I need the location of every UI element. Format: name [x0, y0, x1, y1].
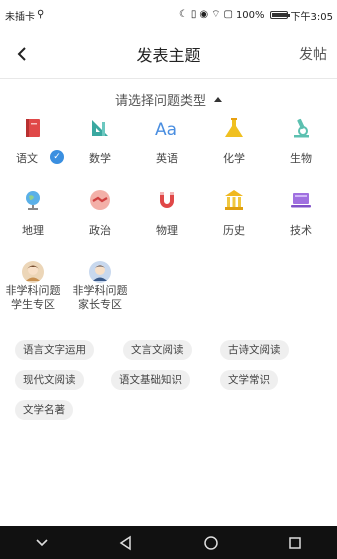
svg-text:Aa: Aa — [155, 120, 177, 140]
sim-icon: ▢ — [223, 9, 233, 20]
subject-label: 生物 — [290, 152, 312, 165]
parent-avatar-icon — [89, 261, 111, 283]
book-icon — [26, 119, 40, 137]
magnet-icon — [160, 192, 174, 208]
moon-icon: ☾ — [178, 9, 188, 20]
clock: 下午3:05 — [290, 11, 333, 23]
subject-history[interactable]: 历史 — [201, 184, 267, 248]
subject-chemistry[interactable]: 化学 — [201, 112, 267, 176]
tag-chip[interactable]: 现代文阅读 — [15, 370, 84, 390]
laptop-icon — [291, 193, 311, 208]
tag-chip[interactable]: 语言文字运用 — [15, 340, 94, 360]
subject-politics[interactable]: 政治 — [67, 184, 133, 248]
tag-chip[interactable]: 文学名著 — [15, 400, 73, 420]
system-nav-bar — [0, 526, 337, 559]
circle-home-icon — [203, 535, 218, 550]
subject-biology[interactable]: 生物 — [268, 112, 334, 176]
subject-physics[interactable]: 物理 — [134, 184, 200, 248]
subject-technology[interactable]: 技术 — [268, 184, 334, 248]
triangle-back-icon — [120, 535, 132, 550]
landmark-icon — [225, 190, 243, 210]
page-title: 发表主题 — [136, 46, 201, 65]
battery-fill — [271, 13, 288, 17]
nav-bar: 发表主题 发帖 — [0, 30, 337, 78]
tag-chip[interactable]: 古诗文阅读 — [220, 340, 289, 360]
subject-label: 数学 — [89, 152, 111, 165]
question-type-label: 请选择问题类型 — [114, 94, 206, 109]
checkmark-icon: ✓ — [50, 150, 64, 164]
system-home-button[interactable] — [201, 533, 221, 553]
status-right: ☾ ▯ ◉ ⌔ ▢ 100% 下午3:05 — [179, 8, 333, 23]
subject-parent-zone[interactable]: 非学科问题 家长专区 — [67, 256, 133, 320]
back-button[interactable] — [10, 42, 34, 66]
eye-icon: ◉ — [199, 9, 209, 20]
vibrate-icon: ▯ — [190, 9, 197, 20]
microscope-icon — [294, 118, 309, 138]
subject-label: 化学 — [223, 152, 245, 165]
handshake-icon — [90, 190, 110, 210]
subject-label: 非学科问题 学生专区 — [0, 284, 66, 312]
chevron-left-icon — [17, 47, 26, 61]
tag-chip[interactable]: 文言文阅读 — [123, 340, 192, 360]
ruler-triangle-icon — [92, 120, 108, 136]
subject-label: 物理 — [156, 224, 178, 237]
tag-chip[interactable]: 文学常识 — [220, 370, 278, 390]
hide-keyboard-button[interactable] — [32, 533, 52, 553]
caret-up-icon — [214, 97, 222, 102]
subject-label-line2: 家长专区 — [78, 298, 122, 311]
subject-student-zone[interactable]: 非学科问题 学生专区 — [0, 256, 66, 320]
subject-label: 历史 — [223, 224, 245, 237]
wifi-icon: ⌔ — [211, 9, 221, 20]
battery-percent: 100% — [235, 9, 265, 21]
nav-divider — [0, 78, 337, 79]
carrier-text: 未插卡 — [5, 11, 35, 23]
subject-label-line1: 非学科问题 — [72, 284, 128, 297]
subject-label-line2: 学生专区 — [11, 298, 55, 311]
flask-icon — [225, 118, 243, 137]
subject-label: 技术 — [290, 224, 312, 237]
status-left: 未插卡 ⚲ — [5, 8, 44, 23]
question-type-picker[interactable]: 请选择问题类型 — [0, 90, 337, 109]
system-back-button[interactable] — [116, 533, 136, 553]
subject-label: 政治 — [89, 224, 111, 237]
subject-label: 地理 — [22, 224, 44, 237]
subject-english[interactable]: Aa 英语 — [134, 112, 200, 176]
status-bar: 未插卡 ⚲ ☾ ▯ ◉ ⌔ ▢ 100% 下午3:05 — [0, 0, 337, 30]
subject-label-line1: 非学科问题 — [5, 284, 61, 297]
tag-chip[interactable]: 语文基础知识 — [111, 370, 190, 390]
post-button[interactable]: 发帖 — [299, 44, 327, 64]
subject-label: 英语 — [156, 152, 178, 165]
subject-geography[interactable]: 地理 — [0, 184, 66, 248]
chevron-down-icon — [36, 538, 48, 546]
subject-chinese[interactable]: 语文 ✓ — [0, 112, 66, 176]
usb-icon: ⚲ — [37, 9, 45, 20]
square-recents-icon — [289, 536, 301, 549]
subject-label: 非学科问题 家长专区 — [67, 284, 133, 312]
globe-icon — [26, 191, 40, 210]
letters-aa-icon: Aa — [155, 120, 177, 140]
subject-math[interactable]: 数学 — [67, 112, 133, 176]
battery-icon — [269, 11, 290, 19]
student-avatar-icon — [22, 261, 44, 283]
system-recents-button[interactable] — [285, 533, 305, 553]
